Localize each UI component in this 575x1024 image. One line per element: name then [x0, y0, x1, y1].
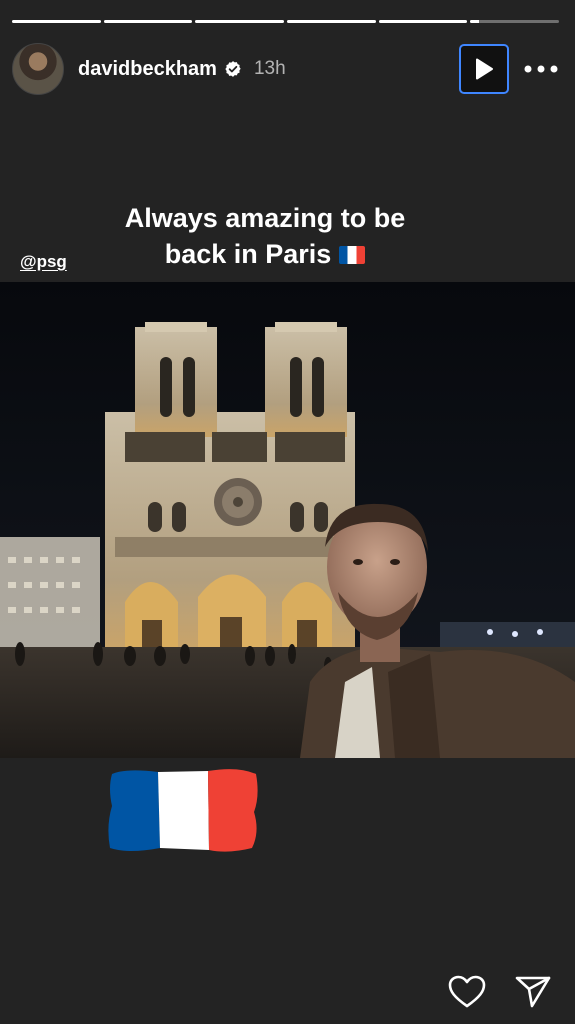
progress-segment [287, 20, 376, 23]
like-button[interactable] [447, 972, 487, 1012]
timestamp: 13h [253, 58, 286, 79]
progress-segment [103, 20, 193, 23]
mention-sticker[interactable]: @psg [20, 252, 67, 272]
progress-segment [470, 20, 560, 23]
notre-dame-selfie-image [0, 282, 575, 758]
heart-icon [448, 975, 486, 1008]
story-photo [0, 282, 575, 758]
progress-segment [12, 20, 101, 23]
play-button[interactable] [459, 44, 509, 94]
more-options-button[interactable] [521, 54, 561, 84]
caption-line-1: Always amazing to be [124, 203, 406, 233]
caption-line-2: back in Paris [164, 239, 332, 269]
username[interactable]: davidbeckham [78, 58, 217, 81]
progress-segment [195, 20, 285, 23]
story-viewer: davidbeckham 13h Always amazing to be ba… [0, 0, 575, 1024]
story-caption: Always amazing to be back in Paris [90, 200, 440, 272]
avatar[interactable] [12, 43, 64, 95]
progress-segment [378, 20, 468, 23]
story-actions [447, 972, 553, 1012]
france-flag-emoji-icon [339, 246, 366, 264]
more-dots-icon [524, 65, 558, 73]
send-icon [515, 976, 551, 1008]
story-progress-bar [12, 20, 560, 23]
france-flag-sticker[interactable] [106, 766, 260, 854]
verified-badge-icon [225, 61, 241, 77]
story-header: davidbeckham 13h [12, 42, 561, 96]
share-button[interactable] [513, 972, 553, 1012]
play-icon [476, 58, 493, 80]
